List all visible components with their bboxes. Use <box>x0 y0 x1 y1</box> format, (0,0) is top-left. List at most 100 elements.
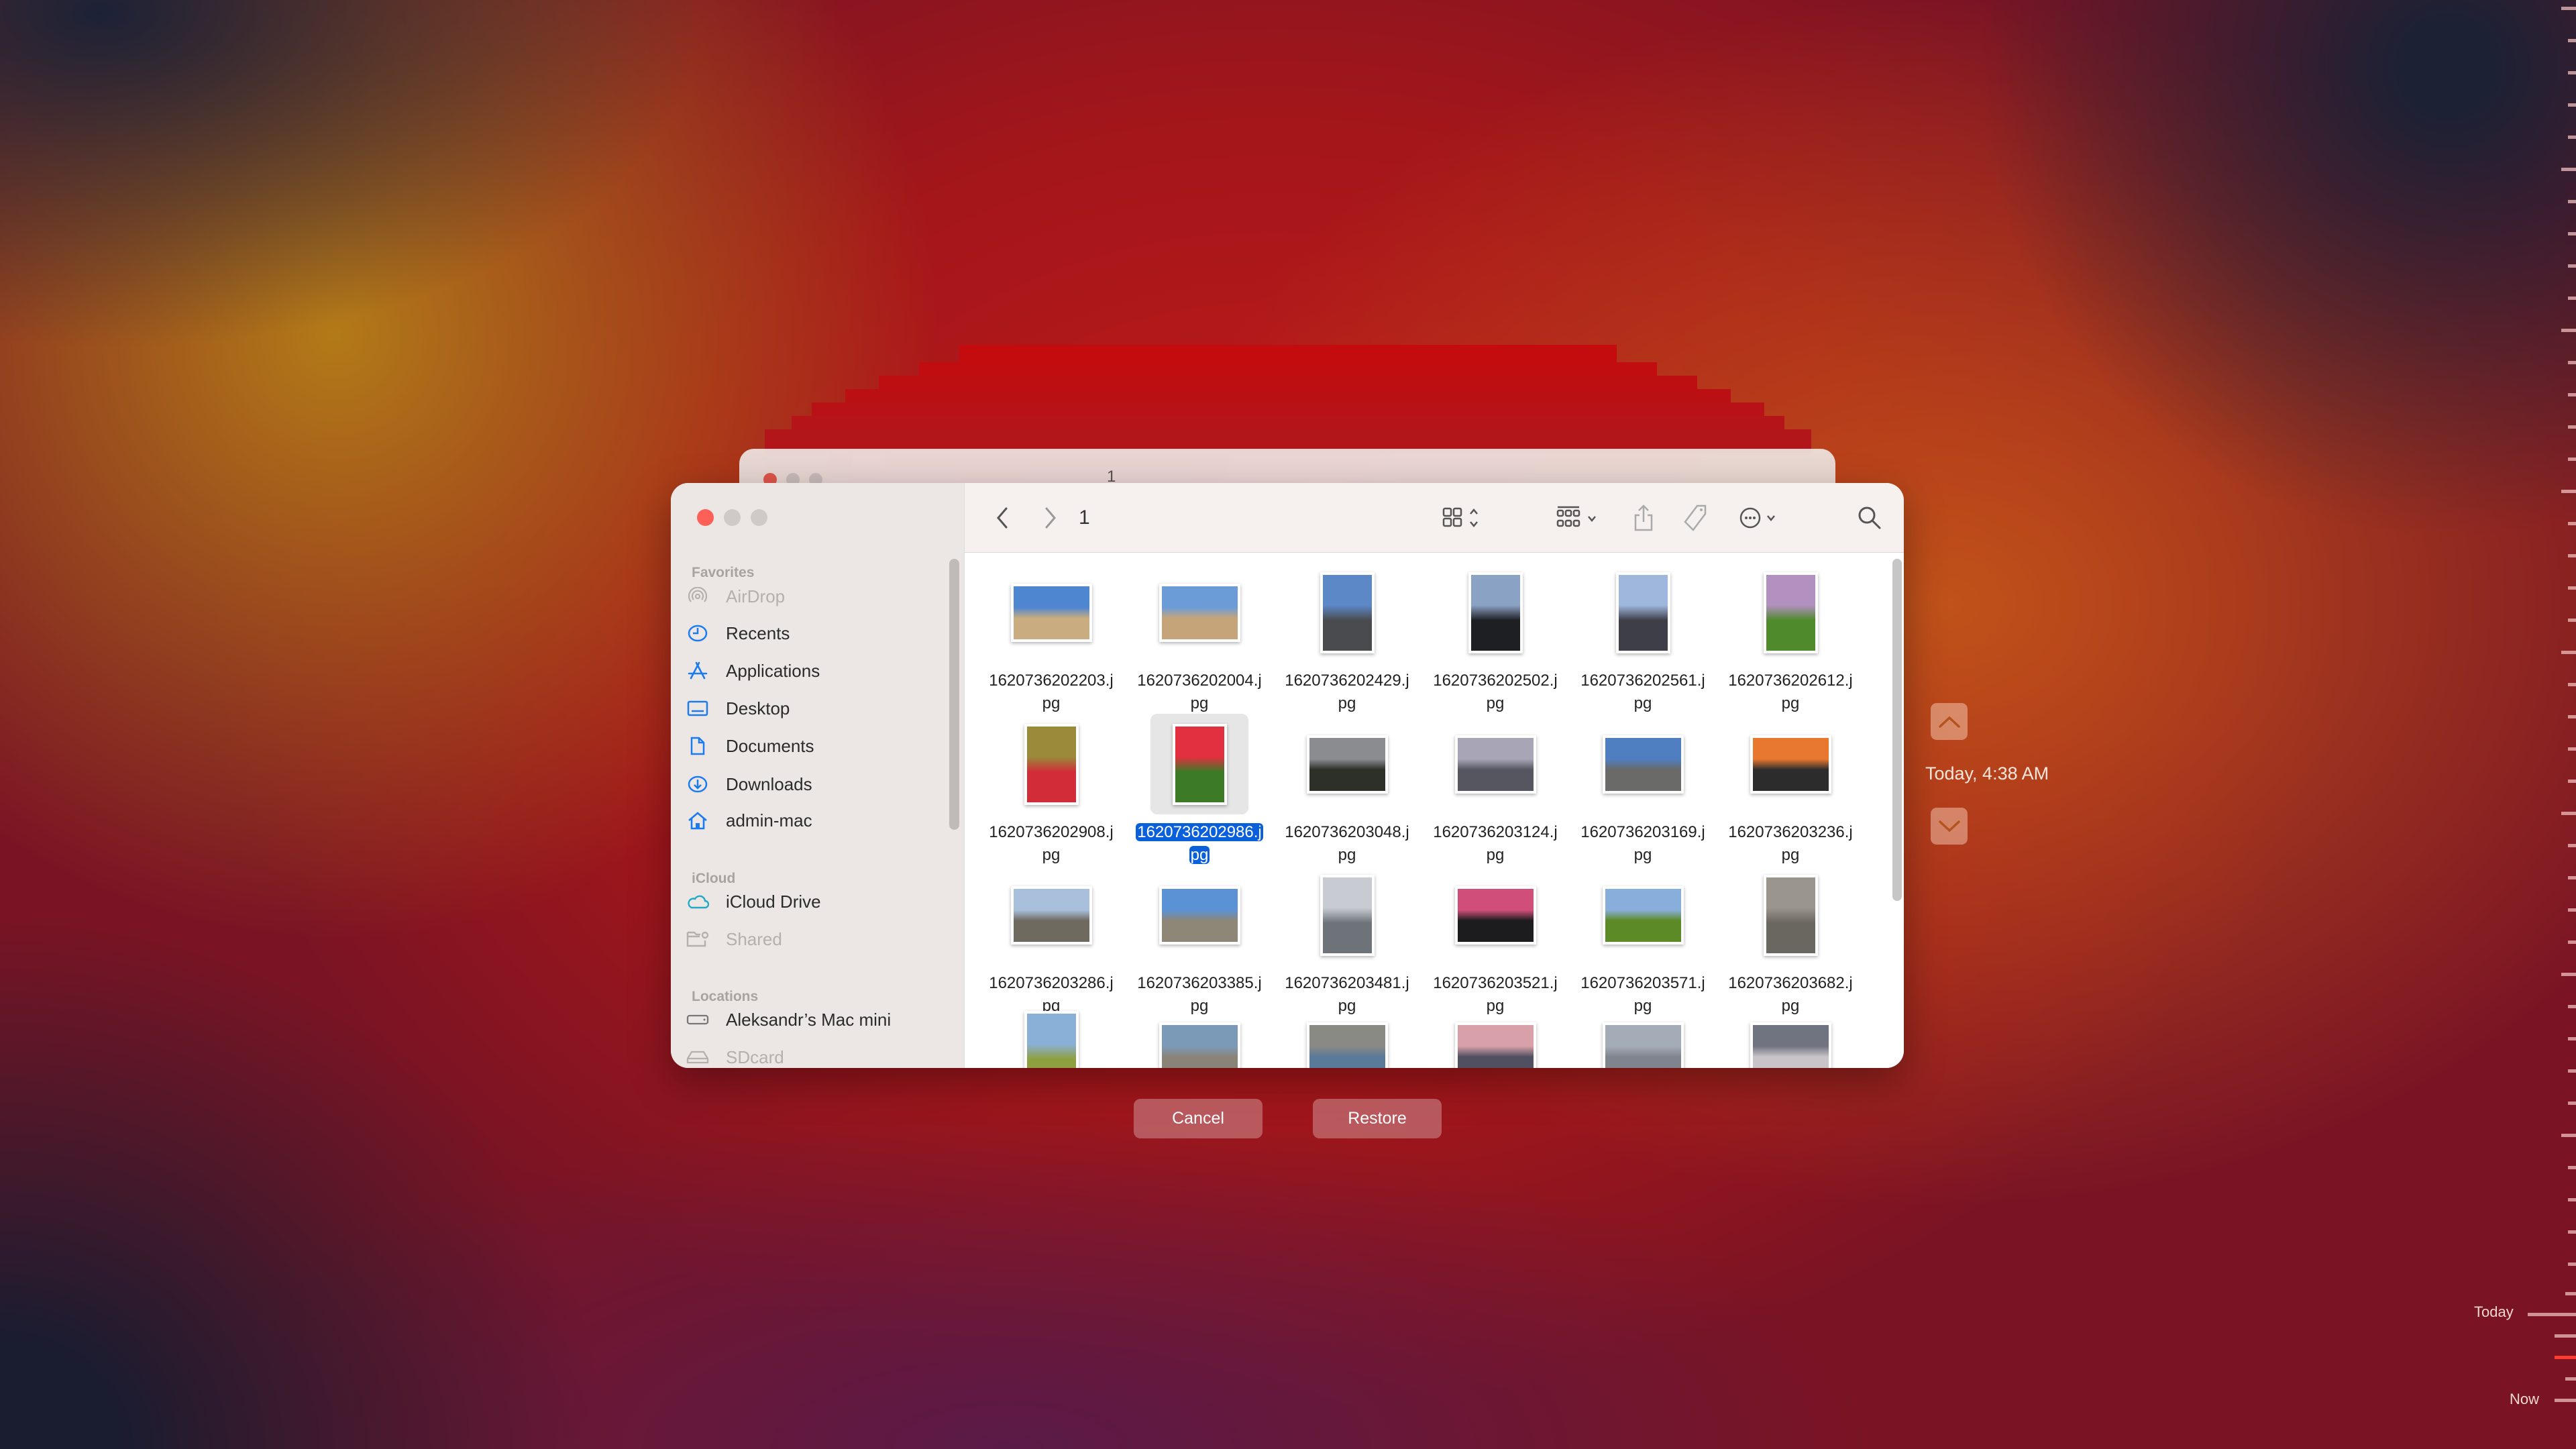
share-icon <box>1634 504 1653 531</box>
timeline-tick[interactable] <box>2568 297 2576 300</box>
sidebar-item-label: Downloads <box>726 773 812 794</box>
sidebar-item-recents[interactable]: Recents <box>684 617 946 649</box>
snapshot-date: Today, 4:38 AM <box>1925 763 2049 784</box>
thumbnail-frame <box>1002 865 1100 965</box>
sidebar-item-shared[interactable]: Shared <box>684 923 946 955</box>
timeline-tick[interactable] <box>2561 812 2576 815</box>
sidebar-item-aleksandr-s-mac-mini[interactable]: Aleksandr’s Mac mini <box>684 1004 946 1036</box>
timeline-tick[interactable] <box>2568 908 2576 912</box>
timeline-tick[interactable] <box>2568 554 2576 557</box>
timeline-tick[interactable] <box>2568 715 2576 718</box>
timeline-tick[interactable] <box>2561 7 2576 10</box>
content-scrollbar[interactable] <box>1892 559 1902 901</box>
timeline-tick[interactable] <box>2561 329 2576 332</box>
restore-button[interactable]: Restore <box>1313 1099 1442 1138</box>
timeline-tick[interactable] <box>2568 264 2576 268</box>
timeline-tick[interactable] <box>2561 973 2576 976</box>
timeline-tick[interactable] <box>2561 168 2576 171</box>
thumbnail-frame <box>1741 562 1839 663</box>
timeline-tick[interactable] <box>2568 1037 2576 1040</box>
computer-icon <box>684 1006 711 1033</box>
timeline-tick[interactable] <box>2568 780 2576 783</box>
image-thumbnail <box>1454 1022 1536 1068</box>
file-name-text: 1620736202612.jpg <box>1728 672 1853 712</box>
sidebar-item-desktop[interactable]: Desktop <box>684 692 946 724</box>
timeline-tick[interactable] <box>2568 522 2576 525</box>
cancel-button[interactable]: Cancel <box>1134 1099 1263 1138</box>
timeline-tick[interactable] <box>2528 1313 2576 1316</box>
timeline-tick[interactable] <box>2568 136 2576 139</box>
sidebar-item-sdcard[interactable]: SDcard <box>684 1041 946 1068</box>
timeline-tick[interactable] <box>2568 425 2576 429</box>
file-name: 1620736203124.jpg <box>1430 821 1561 867</box>
file-name-text: 1620736202561.jpg <box>1580 672 1705 712</box>
timeline-tick[interactable] <box>2568 1230 2576 1234</box>
sidebar-item-admin-mac[interactable]: admin-mac <box>684 804 946 837</box>
sidebar-item-label: Aleksandr’s Mac mini <box>726 1009 892 1030</box>
timeline-tick[interactable] <box>2565 1377 2576 1381</box>
more-actions-button[interactable] <box>1736 500 1787 535</box>
timeline-tick[interactable] <box>2568 619 2576 622</box>
icon-view-icon <box>1442 507 1478 527</box>
sidebar-item-applications[interactable]: Applications <box>684 655 946 687</box>
previous-snapshot-button[interactable] <box>1931 703 1968 740</box>
timeline-tick[interactable] <box>2568 1102 2576 1105</box>
thumbnail-frame <box>1446 562 1544 663</box>
timeline-tick[interactable] <box>2555 1334 2576 1338</box>
tag-button[interactable] <box>1681 500 1711 535</box>
thumbnail-frame <box>1150 714 1248 814</box>
timeline-tick[interactable] <box>2568 71 2576 74</box>
sidebar-scrollbar[interactable] <box>949 559 959 830</box>
timeline-tick[interactable] <box>2568 586 2576 590</box>
share-button[interactable] <box>1629 500 1658 535</box>
timeline-tick[interactable] <box>2561 1134 2576 1137</box>
timeline-tick[interactable] <box>2565 1292 2576 1295</box>
timeline-current-marker[interactable] <box>2555 1356 2576 1359</box>
finder-window[interactable]: Favorites AirDrop Recents Applications Deskt… <box>671 483 1904 1068</box>
timeline-tick[interactable] <box>2568 361 2576 364</box>
timeline-tick[interactable] <box>2561 490 2576 493</box>
sidebar-item-downloads[interactable]: Downloads <box>684 768 946 800</box>
timeline-tick[interactable] <box>2568 200 2576 203</box>
back-button[interactable] <box>989 500 1016 535</box>
search-button[interactable] <box>1855 500 1884 535</box>
zoom-button[interactable] <box>751 509 767 526</box>
sidebar-item-documents[interactable]: Documents <box>684 730 946 762</box>
file-name: 1620736202203.jpg <box>985 669 1117 715</box>
timeline-tick[interactable] <box>2568 1198 2576 1201</box>
timeline-tick[interactable] <box>2568 683 2576 686</box>
timeline-tick[interactable] <box>2555 1399 2576 1402</box>
image-thumbnail <box>1172 723 1227 805</box>
timeline-tick[interactable] <box>2561 651 2576 654</box>
timeline-tick[interactable] <box>2568 393 2576 396</box>
sidebar-item-icloud-drive[interactable]: iCloud Drive <box>684 885 946 918</box>
view-mode-button[interactable] <box>1438 500 1491 535</box>
group-button[interactable] <box>1552 500 1612 535</box>
minimize-button[interactable] <box>724 509 741 526</box>
timeline-tick[interactable] <box>2568 1005 2576 1008</box>
timeline-tick[interactable] <box>2568 39 2576 42</box>
close-button[interactable] <box>697 509 714 526</box>
timeline-tick[interactable] <box>2568 941 2576 944</box>
timeline-tick[interactable] <box>2568 1263 2576 1266</box>
file-name: 1620736202986.jpg <box>1134 821 1265 867</box>
timeline-tick[interactable] <box>2568 876 2576 879</box>
timeline-tick[interactable] <box>2568 1166 2576 1169</box>
timeline-tick[interactable] <box>2568 103 2576 107</box>
image-thumbnail <box>1615 572 1670 653</box>
timeline-label-now: Now <box>2510 1391 2540 1407</box>
timeline-tick[interactable] <box>2568 232 2576 235</box>
forward-button[interactable] <box>1037 500 1064 535</box>
timeline-tick[interactable] <box>2568 844 2576 847</box>
timeline-tick[interactable] <box>2568 747 2576 751</box>
back-icon <box>997 507 1008 529</box>
timeline-tick[interactable] <box>2568 458 2576 461</box>
image-thumbnail <box>1024 723 1079 805</box>
thumbnail-frame <box>1298 714 1396 814</box>
sidebar-item-airdrop[interactable]: AirDrop <box>684 580 946 612</box>
search-icon <box>1858 506 1881 529</box>
timeline-tick[interactable] <box>2568 1069 2576 1073</box>
image-thumbnail <box>1024 1010 1079 1068</box>
thumbnail-frame <box>1150 562 1248 663</box>
next-snapshot-button[interactable] <box>1931 808 1968 845</box>
